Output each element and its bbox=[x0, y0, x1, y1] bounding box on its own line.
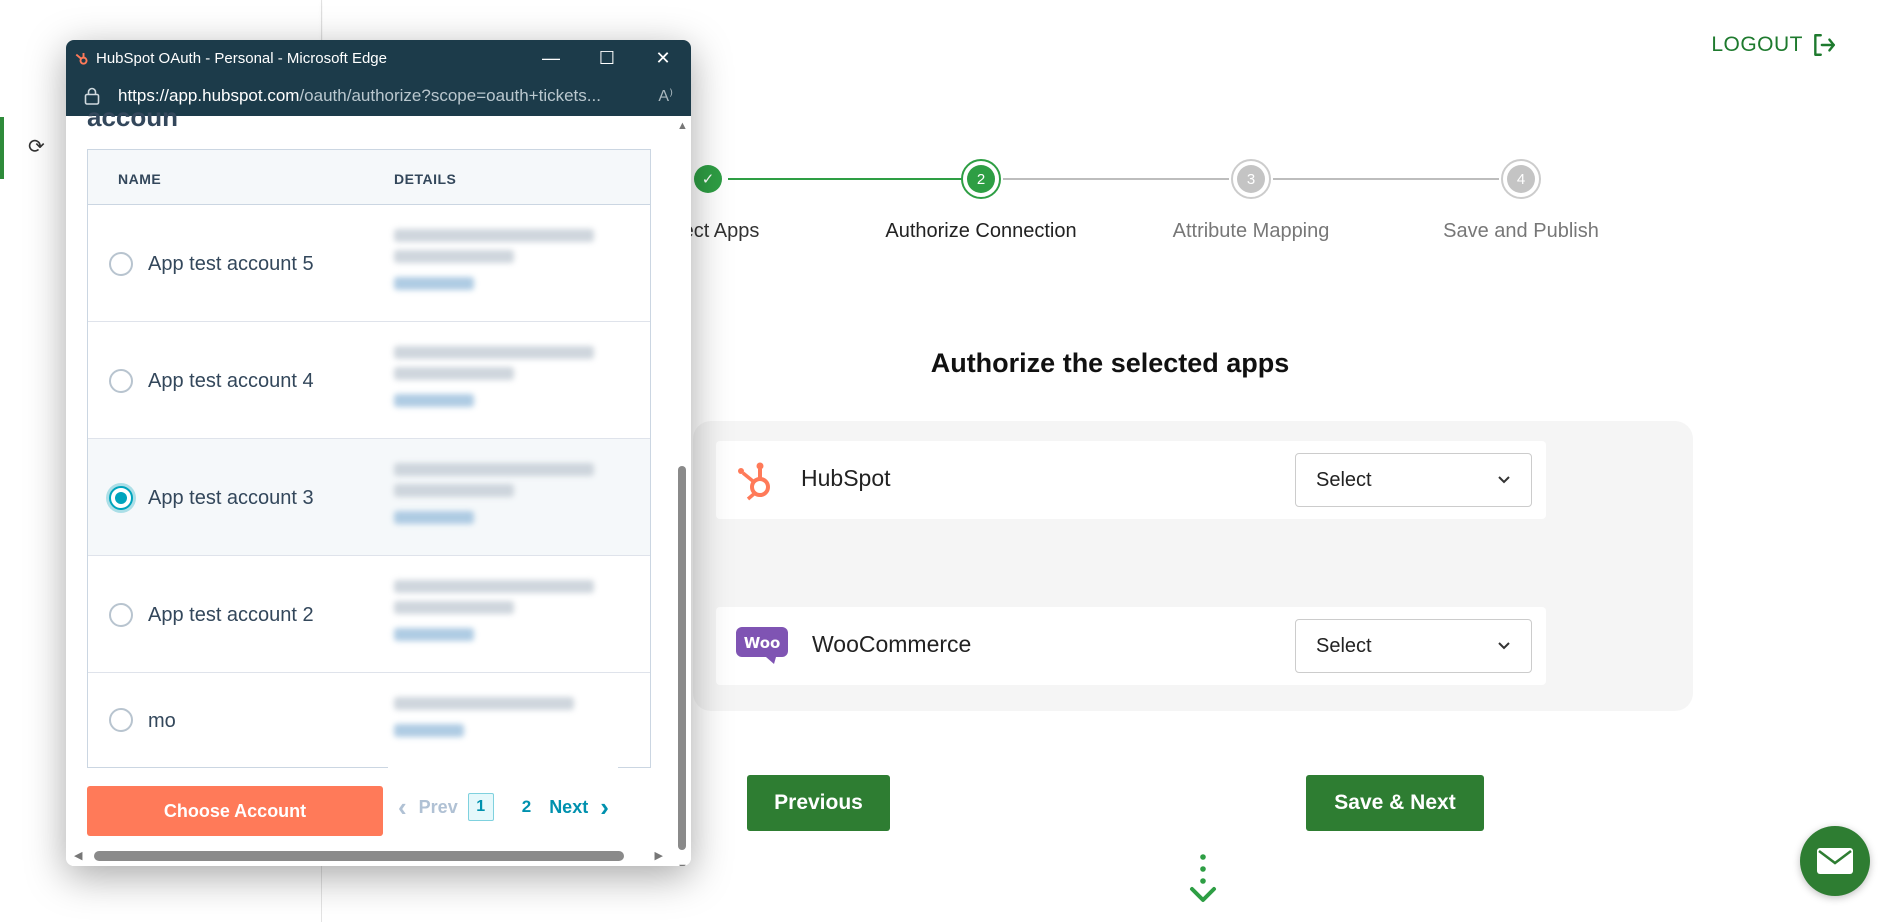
source-app-select[interactable]: Select bbox=[1295, 453, 1532, 507]
page-2-button[interactable]: 2 bbox=[522, 797, 531, 817]
account-name: App test account 4 bbox=[148, 370, 314, 392]
woocommerce-logo-text: Woo bbox=[744, 634, 781, 652]
hubspot-favicon-icon bbox=[75, 53, 88, 65]
logout-label: LOGOUT bbox=[1711, 33, 1803, 56]
flow-arrow-down-icon bbox=[1190, 854, 1216, 902]
account-radio[interactable] bbox=[109, 252, 133, 276]
account-details-redacted bbox=[388, 439, 618, 555]
source-app-row: HubSpot Select bbox=[716, 441, 1546, 519]
account-radio[interactable] bbox=[109, 369, 133, 393]
target-app-row: Woo WooCommerce Select bbox=[716, 607, 1546, 685]
source-app-name: HubSpot bbox=[801, 465, 891, 491]
account-table-header: NAME DETAILS bbox=[88, 150, 650, 205]
step-3-number: 3 bbox=[1237, 165, 1265, 193]
horizontal-scrollbar[interactable]: ◀ ▶ bbox=[66, 844, 691, 866]
previous-button[interactable]: Previous bbox=[747, 775, 890, 831]
popup-title: HubSpot OAuth - Personal - Microsoft Edg… bbox=[96, 49, 387, 67]
target-app-select-value: Select bbox=[1316, 634, 1372, 657]
apps-panel: HubSpot Select Woo WooCommerce Select bbox=[693, 421, 1693, 902]
close-button[interactable]: ✕ bbox=[635, 40, 691, 76]
account-details-redacted bbox=[388, 205, 618, 321]
account-row-selected[interactable]: App test account 3 bbox=[88, 439, 650, 556]
account-row[interactable]: App test account 4 bbox=[88, 322, 650, 439]
horizontal-scroll-thumb[interactable] bbox=[94, 851, 624, 861]
select-account-heading: accoun bbox=[87, 102, 179, 132]
maximize-button[interactable]: ☐ bbox=[579, 40, 635, 76]
account-name: App test account 5 bbox=[148, 253, 314, 275]
pagination: ‹ Prev 1 2 Next › bbox=[398, 793, 609, 821]
vertical-scroll-thumb[interactable] bbox=[678, 466, 686, 850]
popup-body: accoun NAME DETAILS App test account 5 A… bbox=[66, 102, 691, 866]
oauth-popup-window: HubSpot OAuth - Personal - Microsoft Edg… bbox=[66, 40, 691, 866]
step-2-label: Authorize Connection bbox=[885, 220, 1077, 242]
account-row[interactable]: App test account 5 bbox=[88, 205, 650, 322]
account-table: NAME DETAILS App test account 5 App test… bbox=[87, 149, 651, 768]
chevron-left-icon[interactable]: ‹ bbox=[398, 794, 407, 820]
scroll-right-arrow-icon[interactable]: ▶ bbox=[655, 849, 663, 862]
step-4-label: Save and Publish bbox=[1443, 220, 1599, 242]
read-aloud-icon[interactable]: A⁾ bbox=[658, 86, 673, 106]
logout-icon bbox=[1814, 34, 1835, 56]
chevron-right-icon[interactable]: › bbox=[600, 794, 609, 820]
account-radio-selected[interactable] bbox=[109, 486, 133, 510]
column-header-name: NAME bbox=[118, 171, 162, 187]
step-3-circle: 3 bbox=[1231, 159, 1271, 199]
popup-titlebar[interactable]: HubSpot OAuth - Personal - Microsoft Edg… bbox=[66, 40, 691, 76]
target-app-select[interactable]: Select bbox=[1295, 619, 1532, 673]
next-page-button[interactable]: Next bbox=[549, 797, 588, 818]
step-1-circle: ✓ bbox=[688, 159, 728, 199]
prev-page-button[interactable]: Prev bbox=[419, 797, 458, 818]
account-details-redacted bbox=[388, 673, 618, 768]
step-connector-done bbox=[728, 178, 993, 180]
step-4-circle: 4 bbox=[1501, 159, 1541, 199]
step-3-label: Attribute Mapping bbox=[1172, 220, 1330, 242]
account-radio[interactable] bbox=[109, 708, 133, 732]
chevron-down-icon bbox=[1498, 476, 1510, 484]
account-name: App test account 2 bbox=[148, 604, 314, 626]
chat-button[interactable] bbox=[1800, 826, 1870, 896]
account-name: App test account 3 bbox=[148, 487, 314, 509]
choose-account-button[interactable]: Choose Account bbox=[87, 786, 383, 836]
sidebar-active-indicator bbox=[0, 117, 4, 179]
account-name: mo bbox=[148, 710, 176, 732]
woocommerce-logo-icon: Woo bbox=[736, 627, 788, 664]
column-header-details: DETAILS bbox=[394, 171, 457, 187]
check-icon: ✓ bbox=[694, 165, 722, 193]
step-4-number: 4 bbox=[1507, 165, 1535, 193]
save-next-button[interactable]: Save & Next bbox=[1306, 775, 1484, 831]
source-app-select-value: Select bbox=[1316, 468, 1372, 491]
account-row[interactable]: App test account 2 bbox=[88, 556, 650, 673]
target-app-name: WooCommerce bbox=[812, 631, 972, 657]
hubspot-logo-icon bbox=[738, 462, 770, 501]
step-2-circle: 2 bbox=[961, 159, 1001, 199]
vertical-scrollbar[interactable]: ▲ ▼ bbox=[675, 116, 689, 866]
page-1-button[interactable]: 1 bbox=[467, 793, 494, 821]
url-path: /oauth/authorize?scope=oauth+tickets... bbox=[299, 86, 601, 105]
step-2-number: 2 bbox=[967, 165, 995, 193]
minimize-button[interactable]: — bbox=[523, 40, 579, 76]
account-details-redacted bbox=[388, 556, 618, 672]
scroll-up-arrow-icon[interactable]: ▲ bbox=[677, 120, 688, 132]
step-connector bbox=[1273, 178, 1499, 180]
logout-button[interactable]: LOGOUT bbox=[1711, 32, 1837, 58]
chevron-down-icon bbox=[1498, 642, 1510, 650]
scroll-left-arrow-icon[interactable]: ◀ bbox=[74, 849, 82, 862]
account-details-redacted bbox=[388, 322, 618, 438]
account-radio[interactable] bbox=[109, 603, 133, 627]
step-connector bbox=[1003, 178, 1229, 180]
account-row[interactable]: mo bbox=[88, 673, 650, 768]
sync-icon[interactable]: ⟳ bbox=[28, 134, 45, 159]
mail-icon bbox=[1817, 848, 1853, 874]
step-1-label: ect Apps bbox=[682, 220, 760, 242]
window-controls: — ☐ ✕ bbox=[523, 40, 691, 76]
